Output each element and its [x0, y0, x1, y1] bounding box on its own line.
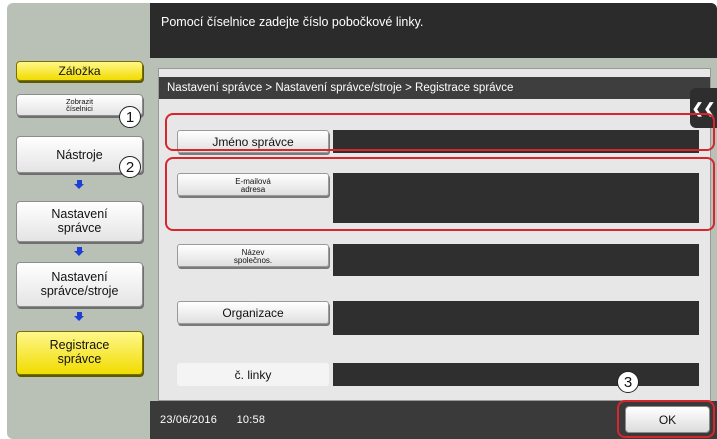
organization-label: Organizace [222, 305, 284, 320]
message-bar: Pomocí číselnice zadejte číslo pobočkové… [150, 3, 717, 58]
time-text: 10:58 [236, 414, 266, 426]
callout-step-2: 2 [119, 156, 141, 178]
highlight-email [165, 157, 715, 231]
admin-settings-line1: Nastavení [51, 206, 108, 221]
admin-machine-line2: správce/stroje [40, 283, 119, 298]
bookmark-button[interactable]: Záložka [16, 61, 143, 81]
extension-label-box: č. linky [177, 363, 329, 386]
extension-field[interactable] [333, 363, 699, 386]
organization-button[interactable]: Organizace [177, 301, 329, 324]
admin-registration-line1: Registrace [49, 338, 110, 353]
admin-settings-step-button[interactable]: Nastavení správce [16, 201, 143, 242]
tools-step-label: Nástroje [56, 147, 103, 162]
extension-label: č. linky [234, 367, 272, 382]
company-label-line2: společnos. [233, 256, 273, 266]
instruction-message: Pomocí číselnice zadejte číslo pobočkové… [161, 15, 424, 29]
breadcrumb: Nastavení správce > Nastavení správce/st… [159, 77, 710, 99]
bookmark-label: Záložka [58, 64, 101, 78]
organization-field[interactable] [333, 301, 699, 335]
highlight-admin-name [165, 113, 715, 151]
callout-step-3: 3 [617, 371, 639, 393]
keypad-label-line2: číselnici [66, 104, 93, 113]
date-text: 23/06/2016 [160, 414, 218, 426]
admin-machine-settings-step-button[interactable]: Nastavení správce/stroje [16, 262, 143, 307]
admin-settings-line2: správce [57, 220, 102, 235]
highlight-ok-button [617, 400, 715, 438]
admin-machine-line1: Nastavení [51, 269, 108, 284]
company-name-field[interactable] [333, 244, 699, 276]
callout-step-1: 1 [119, 106, 141, 128]
sidebar: Záložka Zobrazit číselnici Nástroje Nast… [7, 3, 150, 439]
admin-registration-step-button[interactable]: Registrace správce [16, 331, 143, 375]
company-name-button[interactable]: Název společnos. [177, 244, 329, 267]
date-time-display: 23/06/2016 10:58 [160, 414, 265, 426]
admin-registration-line2: správce [57, 352, 102, 366]
